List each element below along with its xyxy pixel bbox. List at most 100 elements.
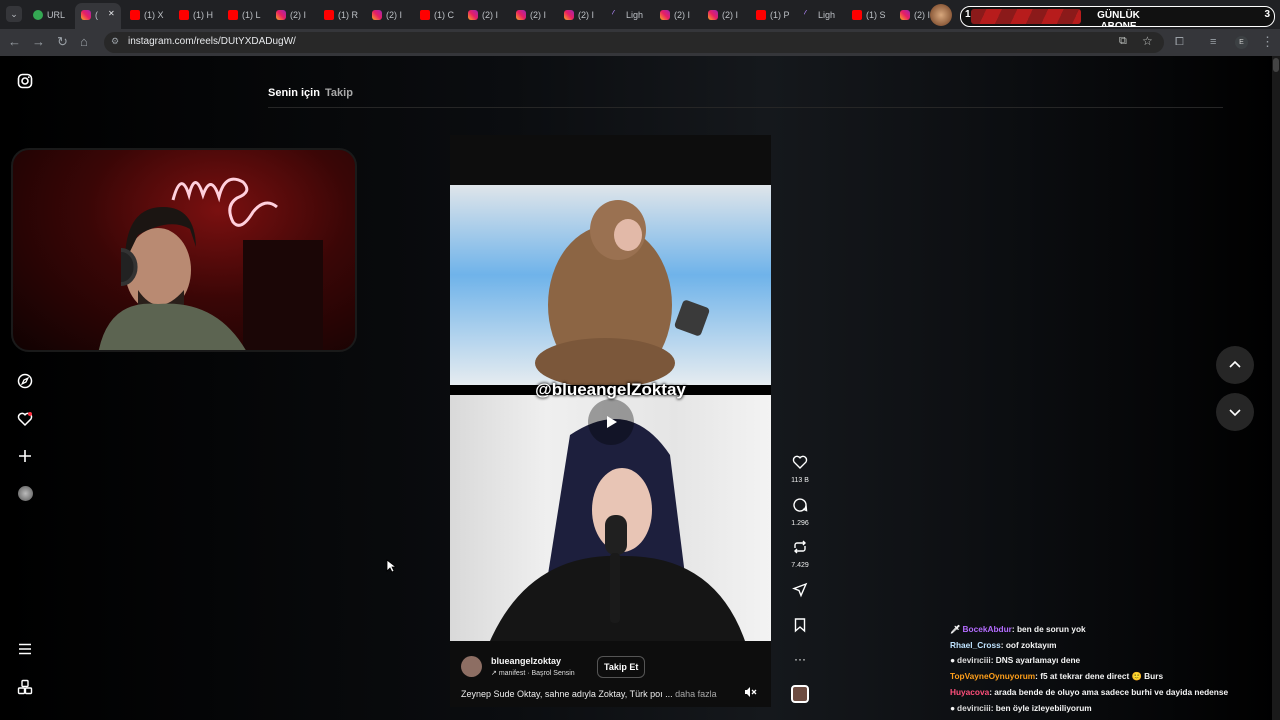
browser-tab[interactable]: ⁄ Ligh — [804, 5, 844, 25]
instagram-icon — [660, 10, 670, 20]
browser-tab[interactable]: (2) I — [660, 5, 700, 25]
browser-tab[interactable]: (2) I — [564, 5, 604, 25]
bookmark-star-icon[interactable]: ☆ — [1142, 34, 1153, 48]
forward-icon[interactable]: → — [32, 34, 45, 50]
also-from-meta-icon[interactable] — [16, 678, 34, 696]
tab-label: URL — [47, 10, 66, 20]
chat-user: Huyacova — [950, 686, 990, 697]
chat-text: ben öyle izleyebiliyorum — [995, 702, 1092, 713]
instagram-icon — [468, 10, 478, 20]
audio-thumbnail[interactable] — [786, 685, 814, 703]
reel-info-panel: blueangelzoktay ↗ manifest · Başrol Sens… — [450, 641, 771, 707]
author-avatar[interactable] — [461, 656, 482, 677]
instagram-logo-icon[interactable] — [16, 72, 34, 90]
url-bar[interactable]: ⚙ instagram.com/reels/DUtYXDADugW/ ⧉ ☆ — [104, 32, 1164, 53]
caption-text: Zeynep Sude Oktay, sahne adıyla Zoktay, … — [461, 689, 673, 699]
home-icon[interactable]: ⌂ — [80, 34, 88, 50]
browser-tab[interactable]: (1) H — [179, 5, 219, 25]
tab-label: (1) C — [434, 10, 454, 20]
chat-message: Huyacova: arada bende de oluyo ama sadec… — [950, 686, 1229, 697]
tab-for-you[interactable]: Senin için — [268, 87, 320, 99]
goal-current: 1 — [965, 9, 971, 20]
browser-tab[interactable]: (2) I — [468, 5, 508, 25]
browser-tab[interactable]: (2) I — [372, 5, 412, 25]
play-icon[interactable] — [588, 399, 634, 445]
repost-icon[interactable] — [792, 539, 808, 555]
browser-tab[interactable]: (1) X — [130, 5, 170, 25]
browser-tab[interactable]: (1) C — [420, 5, 460, 25]
notifications-heart-icon[interactable] — [16, 410, 34, 428]
chat-text: f5 at tekrar dene direct 🙂 Burs — [1040, 671, 1164, 682]
chat-text: DNS ayarlamayı dene — [995, 655, 1081, 666]
page-scrollbar[interactable] — [1272, 56, 1280, 720]
browser-tab-bar: ⌄ URL (✕ (1) X (1) H (1) L (2) I (1) R (2) I (1)… — [0, 0, 1280, 29]
next-reel-button[interactable] — [1216, 393, 1254, 431]
browser-tab[interactable]: (1) P — [756, 5, 796, 25]
goal-progress-stripe — [971, 9, 1081, 24]
youtube-icon — [756, 10, 766, 20]
more-menu-icon[interactable] — [16, 640, 34, 658]
tab-following[interactable]: Takip — [325, 87, 353, 99]
address-toolbar: ← → ↻ ⌂ ⚙ instagram.com/reels/DUtYXDADug… — [0, 29, 1280, 56]
instagram-icon — [900, 10, 910, 20]
video-overlay-handle: @blueangelZoktay — [535, 380, 686, 399]
comment-action[interactable]: 1.296 — [786, 497, 814, 527]
share-icon[interactable] — [786, 582, 814, 603]
lightshot-icon: ⁄ — [612, 9, 614, 20]
like-action[interactable]: 113 B — [786, 454, 814, 484]
youtube-icon — [852, 10, 862, 20]
chat-text: arada bende de oluyo ama sadece burhi ve… — [994, 686, 1229, 697]
reload-icon[interactable]: ↻ — [57, 34, 68, 50]
browser-tab[interactable]: (1) S — [852, 5, 892, 25]
youtube-icon — [420, 10, 430, 20]
chat-user: devirıciii — [957, 702, 991, 713]
instagram-page: Senin için Takip @blueangelZoktay bluean… — [0, 56, 1280, 720]
browser-tab[interactable]: (2) I — [516, 5, 556, 25]
repost-action[interactable]: 7.429 — [786, 539, 814, 569]
tab-label: (2) I — [674, 10, 691, 20]
youtube-icon — [324, 10, 334, 20]
chat-user: devirıciii — [957, 655, 991, 666]
author-username[interactable]: blueangelzoktay — [491, 656, 561, 666]
browser-tab[interactable]: (2) I — [708, 5, 748, 25]
media-control-icon[interactable]: ≡ — [1210, 34, 1216, 50]
profile-icon[interactable]: E — [1235, 36, 1248, 49]
reel-video-player[interactable]: @blueangelZoktay blueangelzoktay ↗ manif… — [450, 135, 771, 707]
browser-tab[interactable]: (1) R — [324, 5, 364, 25]
install-app-icon[interactable]: ⧉ — [1119, 35, 1127, 48]
like-heart-icon[interactable] — [792, 454, 808, 470]
video-top-scene — [450, 185, 771, 388]
comment-icon[interactable] — [792, 497, 808, 513]
more-options-icon[interactable]: ··· — [786, 652, 814, 666]
tab-label: (2) I — [914, 10, 931, 20]
explore-icon[interactable] — [16, 372, 34, 390]
subscriber-goal-overlay: 1 GÜNLÜK ABONE 3 — [960, 6, 1275, 27]
mouse-cursor-icon — [386, 559, 396, 573]
tab-search-dropdown-icon[interactable]: ⌄ — [6, 6, 22, 22]
site-info-icon[interactable]: ⚙ — [111, 36, 119, 47]
reel-caption: Zeynep Sude Oktay, sahne adıyla Zoktay, … — [461, 689, 717, 699]
close-tab-icon[interactable]: ✕ — [108, 9, 115, 18]
profile-avatar[interactable] — [16, 484, 34, 502]
music-info[interactable]: ↗ manifest · Başrol Sensin — [491, 669, 575, 677]
browser-avatar[interactable] — [930, 4, 952, 26]
previous-reel-button[interactable] — [1216, 346, 1254, 384]
browser-tab[interactable]: URL — [33, 5, 73, 25]
create-plus-icon[interactable] — [16, 447, 34, 465]
more-link[interactable]: daha fazla — [675, 689, 717, 699]
save-bookmark-icon[interactable] — [786, 617, 814, 638]
extensions-icon[interactable]: ⧠ — [1175, 34, 1184, 50]
browser-tab[interactable]: ⁄ Ligh — [612, 5, 652, 25]
muted-speaker-icon[interactable] — [743, 685, 757, 699]
browser-tab[interactable]: (1) L — [228, 5, 268, 25]
instagram-icon — [516, 10, 526, 20]
instagram-icon — [81, 10, 91, 20]
music-arrow-icon: ↗ — [491, 670, 499, 677]
instagram-icon — [372, 10, 382, 20]
browser-tab[interactable]: (2) I — [276, 5, 316, 25]
chevron-up-icon — [1229, 360, 1241, 368]
menu-kebab-icon[interactable]: ⋮ — [1261, 34, 1274, 50]
follow-button[interactable]: Takip Et — [597, 656, 646, 678]
browser-tab[interactable]: ( — [81, 5, 105, 25]
back-icon[interactable]: ← — [8, 34, 21, 50]
